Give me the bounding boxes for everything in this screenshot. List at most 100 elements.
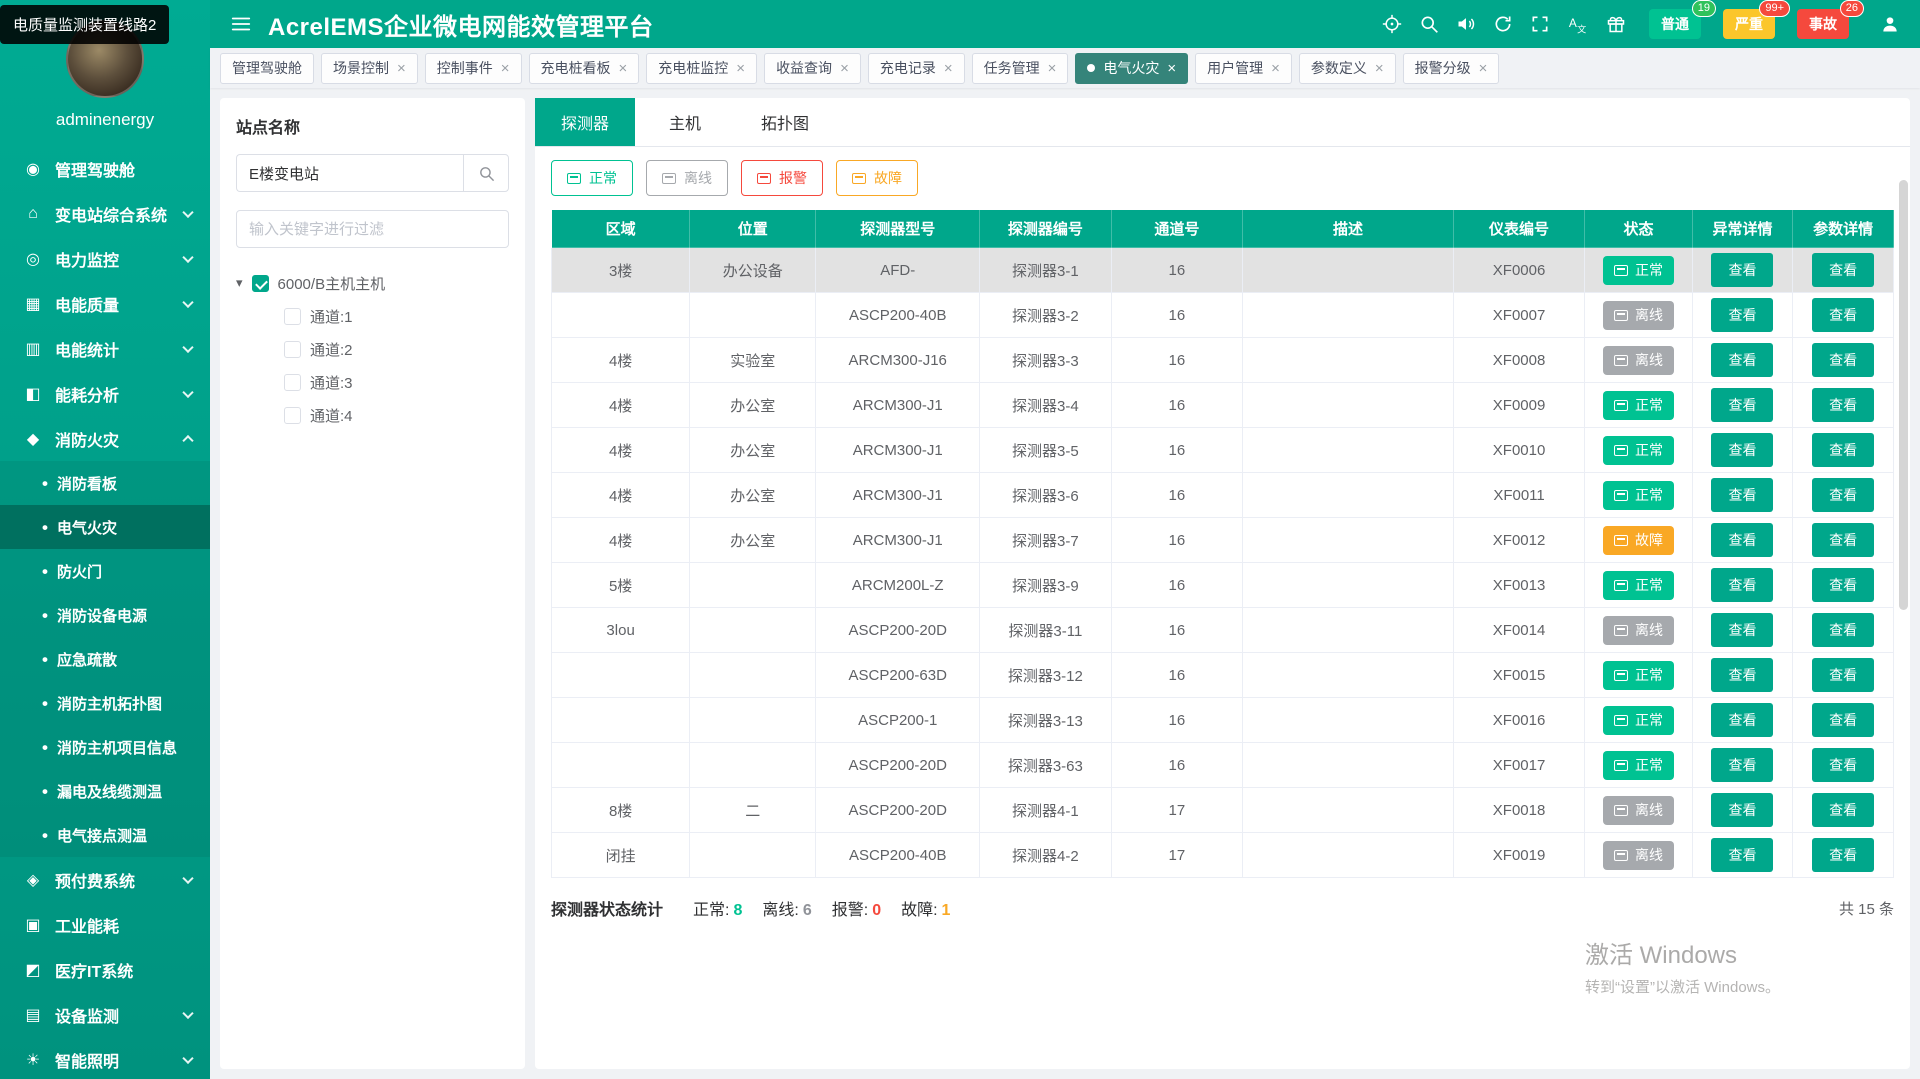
table-row[interactable]: 4楼 办公室 ARCM300-J1 探测器3-7 16 XF0012 故障 查看 查看 xyxy=(550,517,1894,563)
tabbar-tab[interactable]: 控制事件 × xyxy=(424,52,522,84)
abnormal-detail-view-button[interactable]: 查看 xyxy=(1711,253,1774,287)
sidebar-item[interactable]: ▦ 电能质量 xyxy=(0,281,210,326)
sidebar-item[interactable]: ▥ 电能统计 xyxy=(0,326,210,371)
close-icon[interactable]: × xyxy=(736,61,745,76)
param-detail-view-button[interactable]: 查看 xyxy=(1812,613,1875,647)
sidebar-item[interactable]: ◆ 消防火灾 xyxy=(0,416,210,461)
sidebar-item[interactable]: ◉ 管理驾驶舱 xyxy=(0,146,210,191)
sidebar-item[interactable]: ⌂ 变电站综合系统 xyxy=(0,191,210,236)
translate-icon[interactable]: A文 xyxy=(1567,13,1589,35)
sidebar-subitem[interactable]: • 消防主机拓扑图 xyxy=(0,681,210,725)
table-row[interactable]: 5楼 ARCM200L-Z 探测器3-9 16 XF0013 正常 查看 查看 xyxy=(550,562,1894,608)
sidebar-subitem[interactable]: • 防火门 xyxy=(0,549,210,593)
abnormal-detail-view-button[interactable]: 查看 xyxy=(1711,388,1774,422)
aim-icon[interactable] xyxy=(1382,14,1402,34)
tabbar-tab[interactable]: 报警分级 × xyxy=(1402,52,1500,84)
param-detail-view-button[interactable]: 查看 xyxy=(1812,748,1875,782)
abnormal-detail-view-button[interactable]: 查看 xyxy=(1711,793,1774,827)
abnormal-detail-view-button[interactable]: 查看 xyxy=(1711,343,1774,377)
close-icon[interactable]: × xyxy=(840,61,849,76)
abnormal-detail-view-button[interactable]: 查看 xyxy=(1711,748,1774,782)
close-icon[interactable]: × xyxy=(397,61,406,76)
sidebar-subitem[interactable]: • 电气火灾 xyxy=(0,505,210,549)
scrollbar-thumb[interactable] xyxy=(1899,180,1908,610)
close-icon[interactable]: × xyxy=(1167,61,1176,76)
checkbox[interactable] xyxy=(284,308,301,325)
sidebar-subitem[interactable]: • 消防设备电源 xyxy=(0,593,210,637)
tabbar-tab[interactable]: 场景控制 × xyxy=(321,52,418,84)
param-detail-view-button[interactable]: 查看 xyxy=(1812,433,1875,467)
hamburger-menu-icon[interactable] xyxy=(230,13,252,35)
filter-offline-button[interactable]: 离线 xyxy=(646,160,728,196)
abnormal-detail-view-button[interactable]: 查看 xyxy=(1711,478,1774,512)
refresh-icon[interactable] xyxy=(1493,14,1513,34)
volume-icon[interactable] xyxy=(1456,14,1476,34)
table-row[interactable]: 8楼二 ASCP200-20D 探测器4-1 17 XF0018 离线 查看 查看 xyxy=(550,787,1894,833)
param-detail-view-button[interactable]: 查看 xyxy=(1812,523,1875,557)
close-icon[interactable]: × xyxy=(1048,61,1057,76)
param-detail-view-button[interactable]: 查看 xyxy=(1812,388,1875,422)
checkbox[interactable] xyxy=(251,274,269,292)
table-row[interactable]: ASCP200-1 探测器3-13 16 XF0016 正常 查看 查看 xyxy=(550,697,1894,743)
tabbar-tab[interactable]: 用户管理 × xyxy=(1195,52,1292,84)
table-row[interactable]: ASCP200-63D 探测器3-12 16 XF0015 正常 查看 查看 xyxy=(550,652,1894,698)
table-row[interactable]: 4楼 实验室 ARCM300-J16 探测器3-3 16 XF0008 离线 查看 查看 xyxy=(550,337,1894,383)
tabbar-tab[interactable]: 参数定义 × xyxy=(1298,52,1396,84)
site-search-input[interactable] xyxy=(236,154,463,192)
sidebar-subitem[interactable]: • 消防看板 xyxy=(0,461,210,505)
gift-icon[interactable] xyxy=(1606,14,1626,34)
param-detail-view-button[interactable]: 查看 xyxy=(1812,838,1875,872)
param-detail-view-button[interactable]: 查看 xyxy=(1812,568,1875,602)
filter-fault-button[interactable]: 故障 xyxy=(836,160,918,196)
sidebar-item[interactable]: ◧ 能耗分析 xyxy=(0,371,210,416)
caret-down-icon[interactable]: ▾ xyxy=(236,275,243,291)
param-detail-view-button[interactable]: 查看 xyxy=(1812,298,1875,332)
sidebar-item[interactable]: ▤ 设备监测 xyxy=(0,992,210,1037)
checkbox[interactable] xyxy=(284,374,301,391)
site-search-button[interactable] xyxy=(463,154,509,192)
table-row[interactable]: ASCP200-40B 探测器3-2 16 XF0007 离线 查看 查看 xyxy=(550,292,1894,338)
panel-tab[interactable]: 拓扑图 xyxy=(735,98,835,146)
tree-root-node[interactable]: ▾ 6000/B主机主机 xyxy=(236,266,509,300)
tabbar-tab[interactable]: 充电记录 × xyxy=(867,52,965,84)
tabbar-tab[interactable]: 管理驾驶舱 xyxy=(220,52,314,84)
search-icon[interactable] xyxy=(1419,14,1439,34)
user-icon[interactable] xyxy=(1880,14,1900,34)
sidebar-item[interactable]: ◩ 医疗IT系统 xyxy=(0,947,210,992)
filter-normal-button[interactable]: 正常 xyxy=(551,160,633,196)
param-detail-view-button[interactable]: 查看 xyxy=(1812,253,1875,287)
table-row[interactable]: 4楼 办公室 ARCM300-J1 探测器3-4 16 XF0009 正常 查看 查看 xyxy=(550,382,1894,428)
tabbar-tab[interactable]: 任务管理 × xyxy=(971,52,1069,84)
close-icon[interactable]: × xyxy=(1479,61,1488,76)
close-icon[interactable]: × xyxy=(944,61,953,76)
alarm-badge-accident[interactable]: 事故 26 xyxy=(1797,0,1864,39)
close-icon[interactable]: × xyxy=(619,61,628,76)
filter-alarm-button[interactable]: 报警 xyxy=(741,160,823,196)
table-row[interactable]: 4楼 办公室 ARCM300-J1 探测器3-5 16 XF0010 正常 查看 查看 xyxy=(550,427,1894,473)
tabbar-tab[interactable]: 充电桩看板 × xyxy=(528,52,640,84)
tree-filter-input[interactable] xyxy=(236,210,509,248)
param-detail-view-button[interactable]: 查看 xyxy=(1812,703,1875,737)
tabbar-tab[interactable]: 电气火灾 × xyxy=(1075,52,1189,84)
panel-tab[interactable]: 探测器 xyxy=(535,98,635,146)
sidebar-subitem[interactable]: • 漏电及线缆测温 xyxy=(0,769,210,813)
table-row[interactable]: ASCP200-20D 探测器3-63 16 XF0017 正常 查看 查看 xyxy=(550,742,1894,788)
alarm-badge-general[interactable]: 普通 19 xyxy=(1649,0,1716,39)
close-icon[interactable]: × xyxy=(1271,61,1280,76)
checkbox[interactable] xyxy=(284,341,301,358)
sidebar-item[interactable]: ▣ 工业能耗 xyxy=(0,902,210,947)
fullscreen-icon[interactable] xyxy=(1530,14,1550,34)
tree-node[interactable]: 通道:3 xyxy=(236,366,509,399)
table-row[interactable]: 3lou ASCP200-20D 探测器3-11 16 XF0014 离线 查看 查看 xyxy=(550,607,1894,653)
abnormal-detail-view-button[interactable]: 查看 xyxy=(1711,433,1774,467)
param-detail-view-button[interactable]: 查看 xyxy=(1812,343,1875,377)
param-detail-view-button[interactable]: 查看 xyxy=(1812,478,1875,512)
param-detail-view-button[interactable]: 查看 xyxy=(1812,793,1875,827)
table-row[interactable]: 闭挂 ASCP200-40B 探测器4-2 17 XF0019 离线 查看 查看 xyxy=(550,832,1894,878)
sidebar-item[interactable]: ☀ 智能照明 xyxy=(0,1037,210,1079)
param-detail-view-button[interactable]: 查看 xyxy=(1812,658,1875,692)
abnormal-detail-view-button[interactable]: 查看 xyxy=(1711,568,1774,602)
tabbar-tab[interactable]: 收益查询 × xyxy=(764,52,861,84)
abnormal-detail-view-button[interactable]: 查看 xyxy=(1711,298,1774,332)
tabbar-tab[interactable]: 充电桩监控 × xyxy=(646,52,758,84)
